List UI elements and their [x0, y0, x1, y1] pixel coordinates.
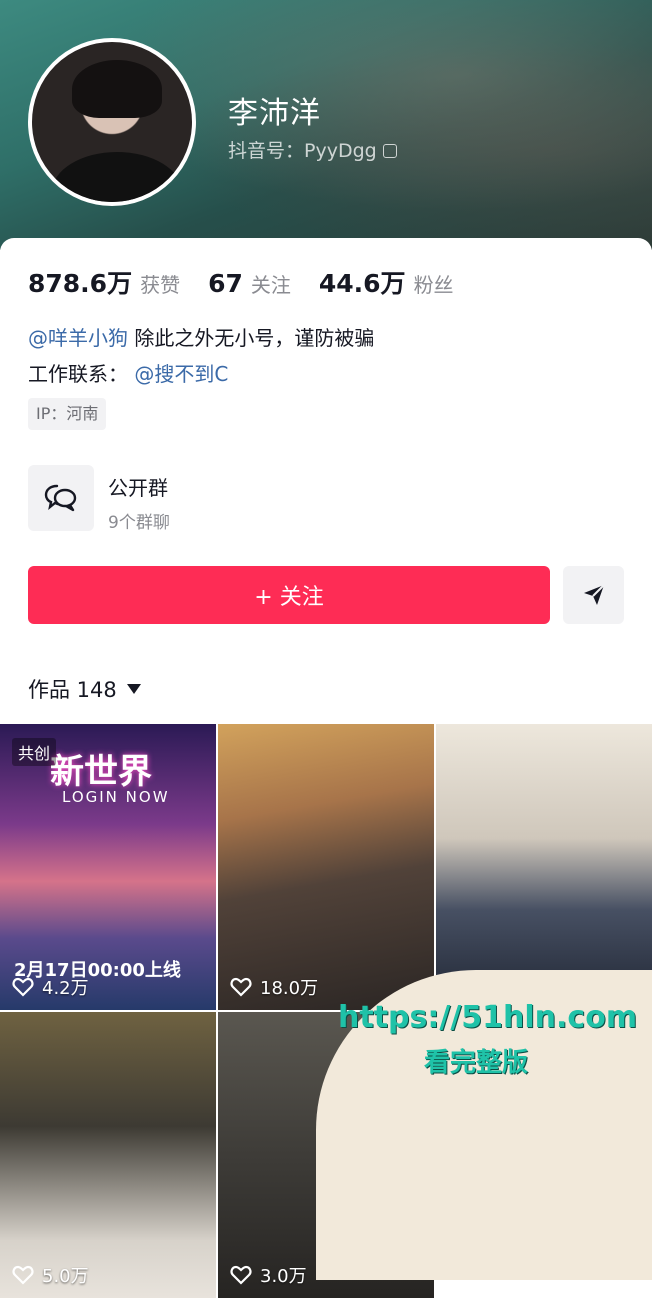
video-cover-subtitle: LOGIN NOW: [62, 788, 170, 806]
copy-icon[interactable]: [382, 144, 397, 158]
group-chat-icon[interactable]: [28, 465, 94, 531]
stat-likes-label: 获赞: [140, 273, 181, 297]
stats-row: 878.6万 获赞 67 关注 44.6万 粉丝: [28, 264, 482, 300]
like-count-text: 3.0万: [260, 1266, 307, 1287]
watermark-text: 看完整版: [424, 1048, 529, 1078]
heart-icon: [12, 1265, 34, 1285]
heart-icon: [230, 977, 252, 997]
video-tile[interactable]: 5.0万: [0, 1012, 216, 1298]
follow-button[interactable]: + 关注: [28, 566, 550, 624]
stat-followers-value: 44.6万: [318, 269, 406, 298]
video-like-count: 5.0万: [12, 1262, 89, 1288]
stat-likes-value: 878.6万: [28, 269, 133, 298]
watermark-url: https://51hln.com: [338, 1000, 638, 1035]
co-create-badge: 共创: [12, 738, 57, 766]
dropdown-arrow-icon: [126, 684, 141, 694]
works-tab[interactable]: 作品 148: [28, 674, 141, 704]
stat-followers-label: 粉丝: [413, 273, 454, 297]
bio-mention-2[interactable]: @搜不到C: [134, 362, 228, 386]
group-subtitle: 9个群聊: [108, 513, 170, 533]
profile-name: 李沛洋: [228, 96, 321, 131]
video-tile[interactable]: 5: [436, 724, 652, 1010]
stat-likes: 878.6万 获赞: [28, 264, 180, 300]
works-label: 作品 148: [28, 678, 117, 702]
video-like-count: 18.0万: [230, 974, 318, 1000]
stat-followers[interactable]: 44.6万 粉丝: [319, 264, 454, 300]
send-icon: [584, 584, 605, 605]
video-like-count: 4.2万: [12, 974, 89, 1000]
stat-following-label: 关注: [250, 273, 291, 297]
stat-following[interactable]: 67 关注: [208, 269, 291, 298]
ip-location-tag: IP：河南: [28, 398, 107, 430]
douyin-id-text: 抖音号：PyyDgg: [228, 140, 377, 162]
like-count-text: 4.2万: [42, 978, 89, 999]
avatar-body: [52, 152, 182, 202]
bio-mention-1[interactable]: @咩羊小狗: [28, 326, 128, 350]
like-count-text: 5.0万: [42, 1266, 89, 1287]
heart-icon: [230, 1265, 252, 1285]
group-title[interactable]: 公开群: [108, 472, 168, 501]
bio-text-1: 除此之外无小号，谨防被骗: [128, 326, 375, 350]
heart-icon: [12, 977, 34, 997]
like-count-text: 18.0万: [260, 978, 319, 999]
chat-bubbles-icon: [44, 484, 77, 512]
video-tile[interactable]: 新世界 LOGIN NOW 2月17日00:00上线 共创 4.2万: [0, 724, 216, 1010]
video-cover-title: 新世界: [50, 752, 152, 792]
profile-header-background: 李沛洋 抖音号：PyyDgg: [0, 0, 652, 250]
avatar[interactable]: [28, 38, 196, 206]
avatar-hair: [72, 60, 162, 118]
bio-line-2: 工作联系： @搜不到C: [28, 358, 228, 387]
bio-line-1: @咩羊小狗 除此之外无小号，谨防被骗: [28, 322, 374, 351]
bio-text-2: 工作联系：: [28, 362, 128, 386]
video-tile[interactable]: 18.0万: [218, 724, 434, 1010]
share-button[interactable]: [563, 566, 624, 624]
douyin-id[interactable]: 抖音号：PyyDgg: [228, 136, 397, 163]
video-like-count: 3.0万: [230, 1262, 307, 1288]
stat-following-value: 67: [208, 269, 243, 298]
